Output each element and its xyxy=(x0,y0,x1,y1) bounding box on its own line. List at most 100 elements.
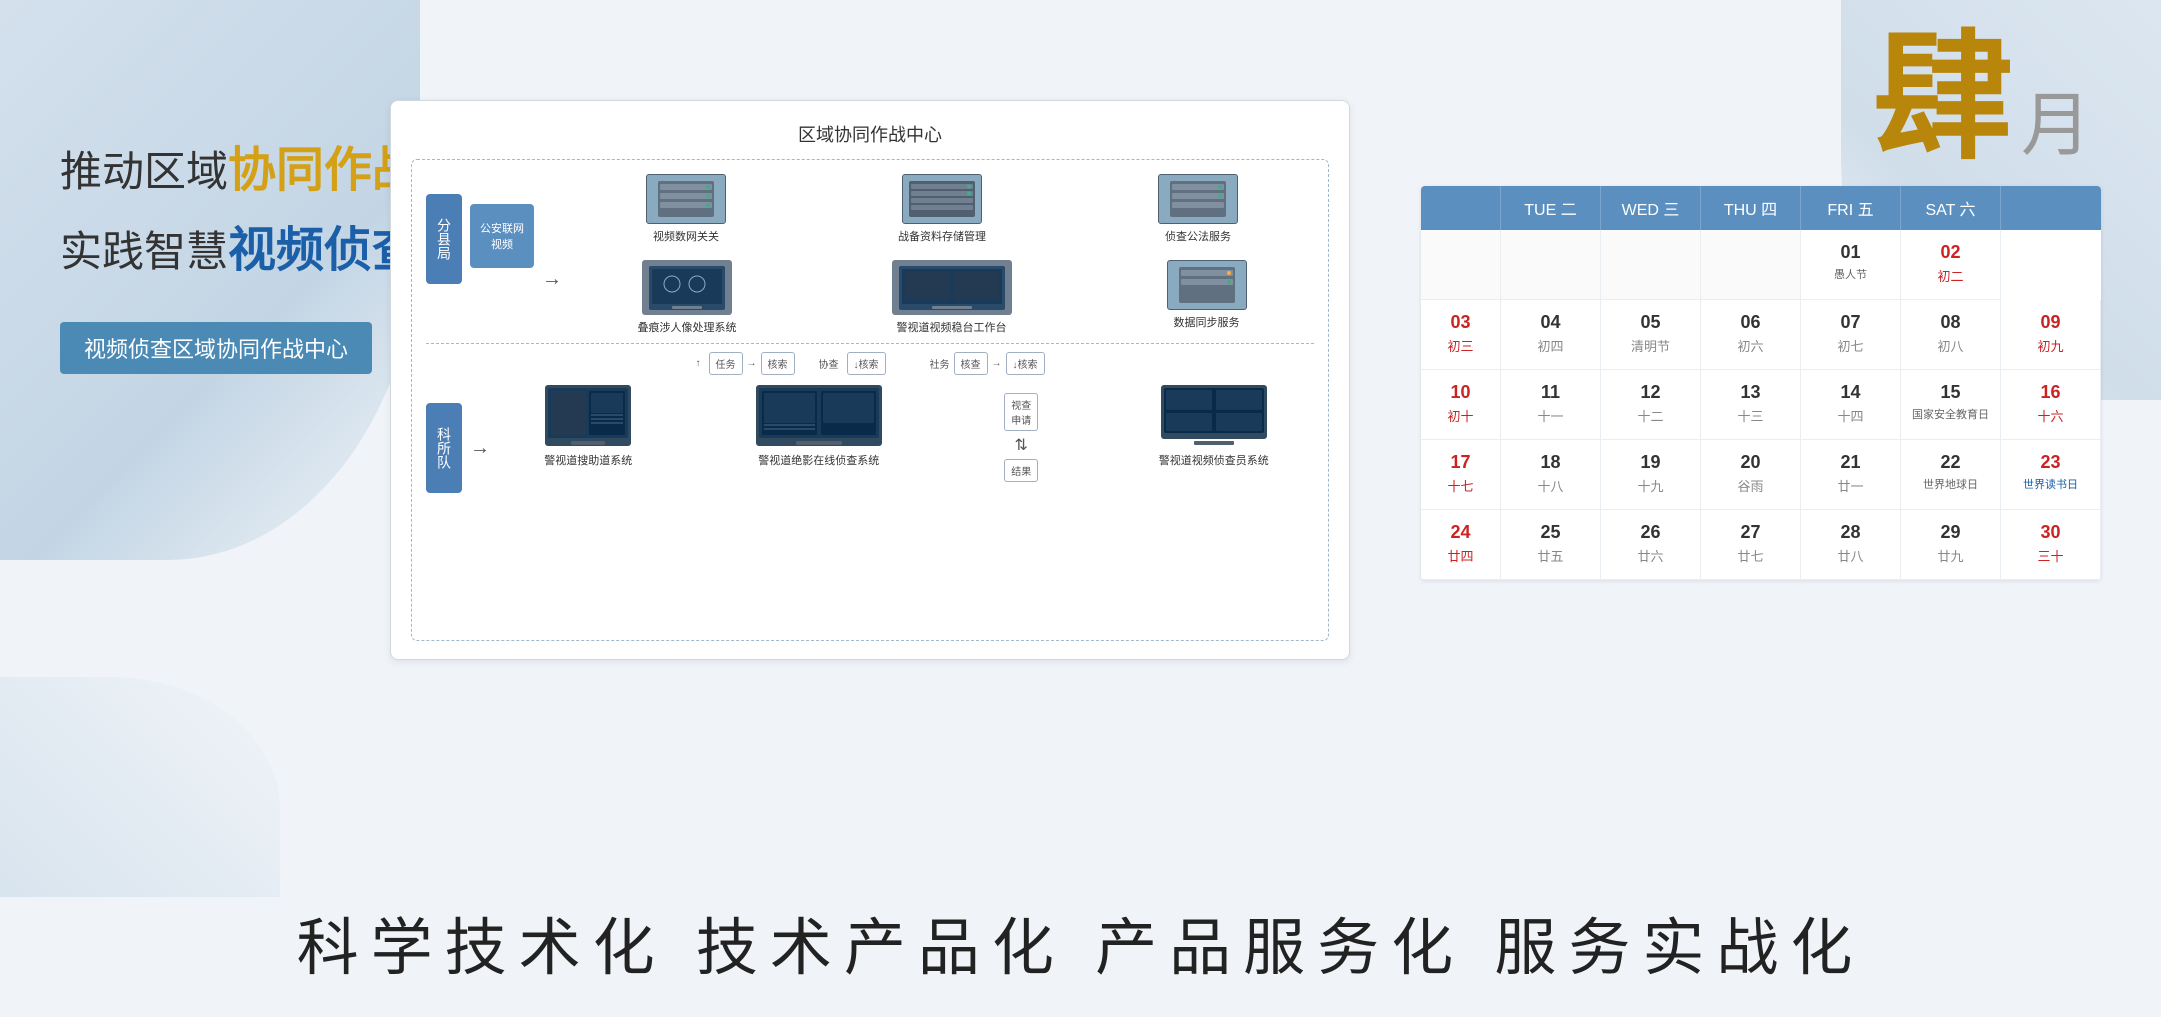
device-label-face: 叠痕涉人像处理系统 xyxy=(638,322,737,334)
day-num-18: 18 xyxy=(1509,452,1592,473)
device-icon-storage xyxy=(902,174,982,224)
cal-cell-w5-mon: 25 廿五 xyxy=(1501,510,1601,580)
month-label: 月 xyxy=(2021,88,2091,165)
day-lunar-08: 初八 xyxy=(1909,336,1992,355)
substation-label: 科所队 xyxy=(426,403,462,493)
day-lunar-11: 十一 xyxy=(1509,406,1592,425)
day-lunar-04: 初四 xyxy=(1509,336,1592,355)
calendar-grid: TUE 二 WED 三 THU 四 FRI 五 SAT 六 01 愚人节 02 … xyxy=(1421,186,2101,580)
flow-item-2: 核索 xyxy=(761,352,795,375)
calendar-week5: 24 廿四 25 廿五 26 廿六 27 廿七 28 廿八 29 廿九 xyxy=(1421,510,2101,580)
cal-header-sat: SAT 六 xyxy=(1901,186,2001,230)
device-video-patrol: 警视道视频侦查员系统 xyxy=(1159,383,1269,468)
title-line2: 实践智慧视频侦查 xyxy=(60,210,440,282)
day-num-27: 27 xyxy=(1709,522,1792,543)
day-lunar-19: 十九 xyxy=(1609,476,1692,495)
cal-cell-w5-tue: 26 廿六 xyxy=(1601,510,1701,580)
day-num-23: 23 xyxy=(2009,452,2092,473)
cal-cell-w5-fri: 29 廿九 xyxy=(1901,510,2001,580)
day-lunar-22: 世界地球日 xyxy=(1909,476,1992,492)
subtitle-box: 视频侦查区域协同作战中心 xyxy=(60,322,372,374)
cal-cell-empty4 xyxy=(1701,230,1801,300)
divider-line xyxy=(426,343,1314,344)
day-num-06: 06 xyxy=(1709,312,1792,333)
device-label-storage: 战备资料存储管理 xyxy=(898,231,986,243)
calendar-month-header: 肆月 xyxy=(1421,30,2101,170)
day-num-15: 15 xyxy=(1909,382,1992,403)
cal-cell-w1-fri: 01 愚人节 xyxy=(1801,230,1901,300)
cal-cell-w2-sun: 03 初三 xyxy=(1421,300,1501,370)
day-lunar-29: 廿九 xyxy=(1909,546,1992,565)
day-num-28: 28 xyxy=(1809,522,1892,543)
calendar-section: 肆月 TUE 二 WED 三 THU 四 FRI 五 SAT 六 01 愚人节 … xyxy=(1421,30,2101,580)
cal-cell-w3-wed: 13 十三 xyxy=(1701,370,1801,440)
day-num-29: 29 xyxy=(1909,522,1992,543)
device-gateway: 视频数网关关 xyxy=(646,174,726,244)
device-face: 叠痕涉人像处理系统 xyxy=(638,260,737,335)
left-panel: 推动区域协同作战 实践智慧视频侦查 视频侦查区域协同作战中心 xyxy=(60,130,440,374)
branch-label: 分县局 xyxy=(426,194,462,284)
calendar-week2: 03 初三 04 初四 05 清明节 06 初六 07 初七 08 初八 xyxy=(1421,300,2101,370)
day-num-19: 19 xyxy=(1609,452,1692,473)
device-label-workbench: 警视道视频稳台工作台 xyxy=(897,322,1007,334)
device-online-investigate: 警视道绝影在线侦查系统 xyxy=(754,383,884,468)
subtitle-text: 视频侦查区域协同作战中心 xyxy=(84,337,348,362)
device-label-video-patrol: 警视道视频侦查员系统 xyxy=(1159,455,1269,467)
cal-cell-w4-mon: 18 十八 xyxy=(1501,440,1601,510)
device-icon-service xyxy=(1158,174,1238,224)
day-num-22: 22 xyxy=(1909,452,1992,473)
day-num-05: 05 xyxy=(1609,312,1692,333)
day-num-21: 21 xyxy=(1809,452,1892,473)
cal-cell-w4-tue: 19 十九 xyxy=(1601,440,1701,510)
day-lunar-26: 廿六 xyxy=(1609,546,1692,565)
day-lunar-01: 愚人节 xyxy=(1809,266,1892,282)
cal-header-fri: FRI 五 xyxy=(1801,186,1901,230)
cal-cell-w3-thu: 14 十四 xyxy=(1801,370,1901,440)
cal-cell-empty1 xyxy=(1421,230,1501,300)
cal-cell-w4-sun: 17 十七 xyxy=(1421,440,1501,510)
cal-cell-w3-sat: 16 十六 xyxy=(2001,370,2101,440)
bottom-slogan: 科学技术化 技术产品化 产品服务化 服务实战化 xyxy=(0,897,2161,987)
device-service: 侦查公法服务 xyxy=(1158,174,1238,244)
cal-cell-w4-fri: 22 世界地球日 xyxy=(1901,440,2001,510)
cal-cell-w3-tue: 12 十二 xyxy=(1601,370,1701,440)
day-num-02: 02 xyxy=(1909,242,1992,263)
title-normal-2: 实践智慧 xyxy=(60,228,228,275)
day-lunar-12: 十二 xyxy=(1609,406,1692,425)
day-num-13: 13 xyxy=(1709,382,1792,403)
day-lunar-07: 初七 xyxy=(1809,336,1892,355)
day-num-10: 10 xyxy=(1429,382,1492,403)
flow-item-3: ↓核索 xyxy=(847,352,886,375)
device-icon-sync xyxy=(1167,260,1247,310)
flow-item-4: 核查 xyxy=(954,352,988,375)
arrow-right: → xyxy=(542,224,562,335)
cal-cell-w2-sat: 09 初九 xyxy=(2001,300,2101,370)
device-icon-face xyxy=(642,260,732,315)
cal-cell-w4-thu: 21 廿一 xyxy=(1801,440,1901,510)
device-sync: 数据同步服务 xyxy=(1167,260,1247,335)
day-lunar-30: 三十 xyxy=(2009,546,2092,565)
cal-cell-w2-wed: 06 初六 xyxy=(1701,300,1801,370)
day-lunar-27: 廿七 xyxy=(1709,546,1792,565)
cal-cell-w5-wed: 27 廿七 xyxy=(1701,510,1801,580)
device-label-search-assist: 警视道搜助道系统 xyxy=(544,455,632,467)
day-lunar-20: 谷雨 xyxy=(1709,476,1792,495)
cal-header-wed: WED 三 xyxy=(1601,186,1701,230)
day-num-01: 01 xyxy=(1809,242,1892,263)
flow-item-5: ↓核索 xyxy=(1006,352,1045,375)
device-storage: 战备资料存储管理 xyxy=(898,174,986,244)
day-num-24: 24 xyxy=(1429,522,1492,543)
cal-cell-w5-sun: 24 廿四 xyxy=(1421,510,1501,580)
day-num-04: 04 xyxy=(1509,312,1592,333)
day-num-12: 12 xyxy=(1609,382,1692,403)
day-num-09: 09 xyxy=(2009,312,2092,333)
calendar-week4: 17 十七 18 十八 19 十九 20 谷雨 21 廿一 22 世界地球日 xyxy=(1421,440,2101,510)
device-search-assist: 警视道搜助道系统 xyxy=(543,383,633,468)
day-num-16: 16 xyxy=(2009,382,2092,403)
day-num-08: 08 xyxy=(1909,312,1992,333)
cal-cell-w2-fri: 08 初八 xyxy=(1901,300,2001,370)
flow-search-request: 视查申请 xyxy=(1004,393,1038,431)
day-lunar-13: 十三 xyxy=(1709,406,1792,425)
cal-cell-w4-sat: 23 世界读书日 xyxy=(2001,440,2101,510)
day-lunar-28: 廿八 xyxy=(1809,546,1892,565)
